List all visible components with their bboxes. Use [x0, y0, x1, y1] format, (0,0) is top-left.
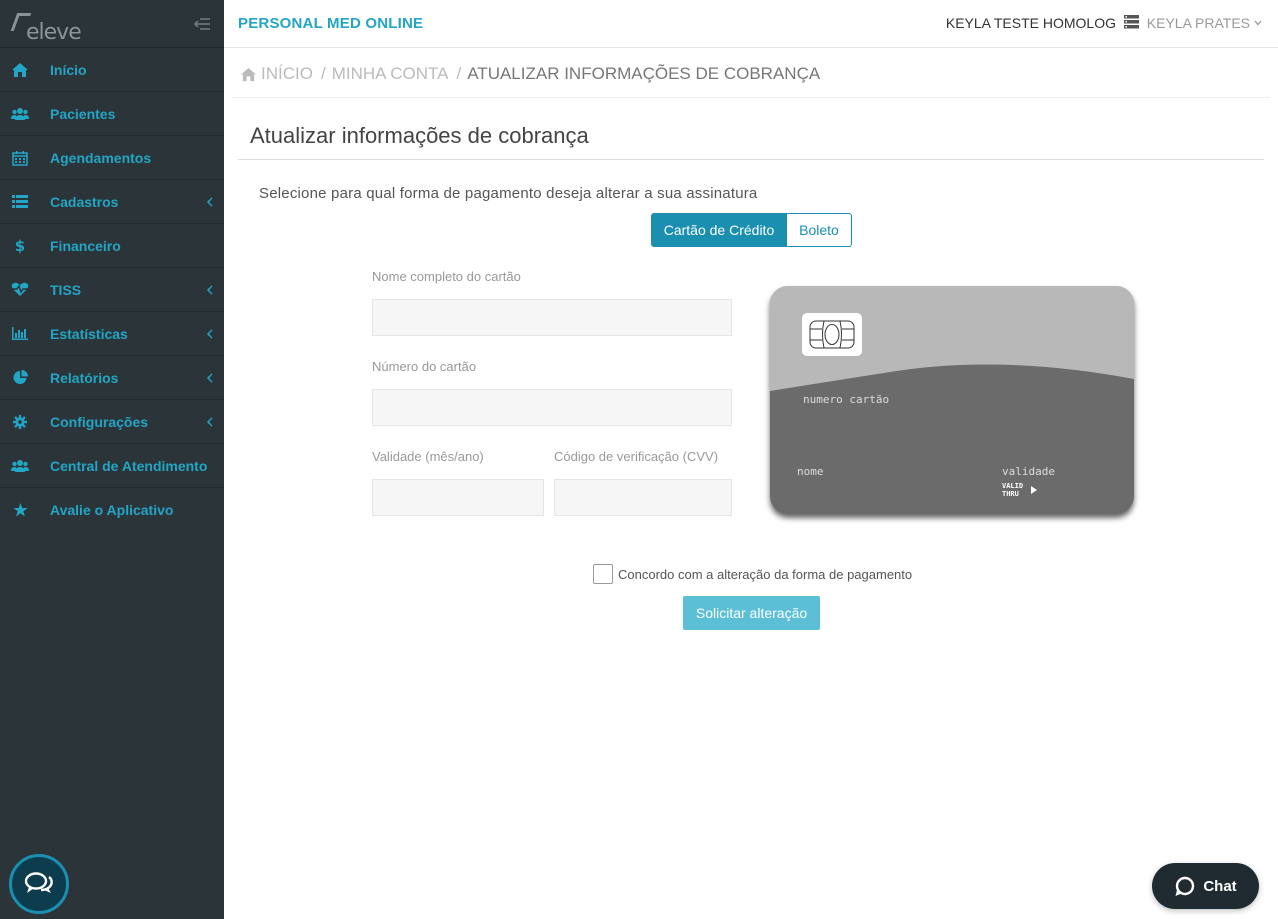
cvv-input[interactable] [554, 479, 732, 516]
user-menu[interactable]: KEYLA PRATES [1147, 15, 1250, 31]
chevron-left-icon [206, 329, 213, 339]
boleto-option[interactable]: Boleto [787, 213, 852, 247]
sidebar-item-label: Configurações [50, 413, 149, 430]
sidebar-item-agendamentos[interactable]: Agendamentos [0, 136, 224, 180]
card-name-preview: nome [797, 465, 824, 478]
pie-chart-icon [10, 368, 30, 388]
collapse-sidebar-icon[interactable] [192, 14, 212, 34]
sidebar: eleve Início Pacientes Agendamentos Cada… [0, 0, 224, 919]
breadcrumb-separator: / [456, 64, 462, 83]
chat-bubbles-icon [24, 872, 53, 893]
sidebar-item-label: Estatísticas [50, 325, 128, 342]
dollar-icon: $ [14, 236, 26, 255]
card-number-preview: numero cartão [803, 393, 890, 406]
cvv-label: Código de verificação (CVV) [554, 449, 719, 464]
company-name[interactable]: KEYLA TESTE HOMOLOG [946, 15, 1116, 31]
agreement-checkbox[interactable] [593, 564, 613, 584]
agreement-row: Concordo com a alteração da forma de pag… [593, 564, 912, 584]
chevron-down-icon[interactable] [1254, 20, 1262, 26]
chat-widget-button[interactable]: Chat [1152, 863, 1259, 909]
breadcrumb-separator: / [320, 64, 326, 83]
bar-chart-icon [10, 324, 30, 344]
sidebar-item-estatisticas[interactable]: Estatísticas [0, 312, 224, 356]
sidebar-item-central-de-atendimento[interactable]: Central de Atendimento [0, 444, 224, 488]
gear-icon [10, 412, 30, 432]
chevron-left-icon [206, 373, 213, 383]
calendar-icon [10, 148, 30, 168]
users-icon [10, 104, 30, 124]
sidebar-item-tiss[interactable]: TISS [0, 268, 224, 312]
brand-title[interactable]: PERSONAL MED ONLINE [238, 15, 423, 32]
breadcrumb-section[interactable]: MINHA CONTA [332, 64, 449, 84]
chat-icon [1175, 876, 1195, 896]
home-icon [10, 60, 30, 80]
sidebar-nav: Início Pacientes Agendamentos Cadastros … [0, 48, 224, 532]
sidebar-item-configuracoes[interactable]: Configurações [0, 400, 224, 444]
chevron-left-icon [206, 197, 213, 207]
sidebar-item-label: Financeiro [50, 237, 121, 254]
card-chip-icon [802, 313, 862, 356]
sidebar-item-financeiro[interactable]: $ Financeiro [0, 224, 224, 268]
credit-card-preview: numero cartão nome validade VALID THRU [770, 286, 1134, 514]
sidebar-item-label: TISS [50, 281, 82, 298]
validity-input[interactable] [372, 479, 544, 516]
page-title: Atualizar informações de cobrança [250, 123, 589, 148]
sidebar-item-label: Início [50, 61, 87, 78]
sidebar-item-cadastros[interactable]: Cadastros [0, 180, 224, 224]
sidebar-item-inicio[interactable]: Início [0, 48, 224, 92]
card-name-input[interactable] [372, 299, 732, 336]
card-name-label: Nome completo do cartão [372, 269, 521, 284]
home-icon [241, 67, 256, 81]
sidebar-item-avalie-o-aplicativo[interactable]: Avalie o Aplicativo [0, 488, 224, 532]
agreement-label[interactable]: Concordo com a alteração da forma de pag… [618, 567, 912, 582]
card-number-input[interactable] [372, 389, 732, 426]
sidebar-item-relatorios[interactable]: Relatórios [0, 356, 224, 400]
payment-instructions: Selecione para qual forma de pagamento d… [259, 185, 758, 202]
chevron-left-icon [206, 417, 213, 427]
card-number-label: Número do cartão [372, 359, 477, 374]
top-bar: PERSONAL MED ONLINE KEYLA TESTE HOMOLOG … [224, 0, 1278, 48]
users-icon [10, 456, 30, 476]
triangle-right-icon [1031, 486, 1037, 494]
sidebar-item-label: Avalie o Aplicativo [50, 502, 174, 518]
breadcrumb-divider [232, 97, 1270, 98]
breadcrumb-current: ATUALIZAR INFORMAÇÕES DE COBRANÇA [467, 64, 821, 83]
sidebar-item-label: Relatórios [50, 369, 119, 386]
card-validity-preview: validade [1002, 465, 1055, 478]
eleve-logo[interactable]: eleve [8, 8, 82, 45]
heartbeat-icon [10, 280, 30, 300]
list-icon [10, 192, 30, 212]
sidebar-item-label: Cadastros [50, 193, 119, 210]
valid-thru-line2: THRU [1002, 490, 1019, 498]
validity-label: Validade (mês/ano) [372, 449, 484, 464]
support-chat-button[interactable] [9, 854, 69, 914]
sidebar-item-label: Agendamentos [50, 149, 152, 166]
submit-button[interactable]: Solicitar alteração [683, 596, 820, 630]
logo-row: eleve [0, 0, 224, 48]
chat-widget-label: Chat [1203, 877, 1237, 895]
server-icon[interactable] [1124, 15, 1139, 29]
title-divider [238, 159, 1264, 160]
credit-card-option[interactable]: Cartão de Crédito [651, 213, 787, 247]
sidebar-item-pacientes[interactable]: Pacientes [0, 92, 224, 136]
star-icon [10, 500, 30, 520]
chevron-left-icon [206, 285, 213, 295]
breadcrumb: INÍCIO / MINHA CONTA / ATUALIZAR INFORMA… [240, 64, 820, 84]
breadcrumb-home[interactable]: INÍCIO [261, 64, 313, 84]
sidebar-item-label: Pacientes [50, 105, 116, 122]
payment-method-toggle: Cartão de Crédito Boleto [651, 213, 852, 247]
card-valid-thru-label: VALID THRU [1002, 482, 1023, 498]
logo-text: eleve [26, 20, 82, 45]
sidebar-item-label: Central de Atendimento [50, 457, 208, 474]
valid-thru-line1: VALID [1002, 482, 1024, 490]
